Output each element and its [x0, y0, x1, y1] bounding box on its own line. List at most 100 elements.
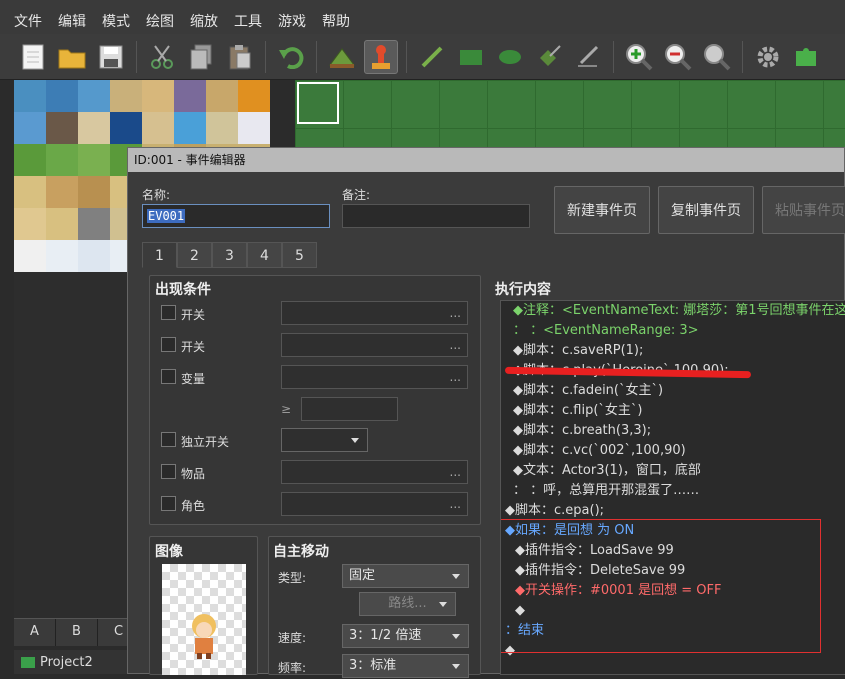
item-checkbox[interactable] — [161, 464, 176, 479]
tile[interactable] — [46, 176, 78, 208]
command-line[interactable]: ◆脚本：c.fadein(`女主`) — [513, 381, 663, 401]
variable-label: 变量 — [181, 372, 206, 386]
actor-label: 角色 — [181, 499, 206, 513]
tile[interactable] — [14, 208, 46, 240]
command-line[interactable]: ◆脚本：c.flip(`女主`) — [513, 401, 642, 421]
menu-edit[interactable]: 编辑 — [50, 11, 94, 31]
tile[interactable] — [110, 80, 142, 112]
tile[interactable] — [14, 144, 46, 176]
tile[interactable] — [142, 112, 174, 144]
tab-a[interactable]: A — [14, 619, 56, 646]
tile[interactable] — [46, 80, 78, 112]
event-image-preview[interactable] — [162, 564, 246, 675]
copy-icon[interactable] — [184, 40, 218, 74]
switch1-field[interactable]: ... — [281, 301, 468, 325]
self-switch-checkbox[interactable] — [161, 432, 176, 447]
speed-dropdown[interactable]: 3：1/2 倍速 — [342, 624, 469, 648]
ellipse-icon[interactable] — [493, 40, 527, 74]
tile[interactable] — [174, 80, 206, 112]
plugin-icon[interactable] — [790, 40, 824, 74]
menu-scale[interactable]: 缩放 — [182, 11, 226, 31]
menu-draw[interactable]: 绘图 — [138, 11, 182, 31]
tile[interactable] — [14, 80, 46, 112]
zoom-actual-icon[interactable] — [700, 40, 734, 74]
copy-page-button[interactable]: 复制事件页 — [658, 186, 754, 234]
pencil-icon[interactable] — [415, 40, 449, 74]
new-icon[interactable] — [16, 40, 50, 74]
actor-field[interactable]: ... — [281, 492, 468, 516]
tile[interactable] — [206, 80, 238, 112]
command-line[interactable]: ◆脚本：c.epa(); — [505, 501, 604, 521]
note-field[interactable] — [342, 204, 530, 228]
variable-checkbox[interactable] — [161, 369, 176, 384]
menu-help[interactable]: 帮助 — [314, 11, 358, 31]
route-button[interactable]: 路线... — [359, 592, 456, 616]
save-icon[interactable] — [94, 40, 128, 74]
tab-b[interactable]: B — [56, 619, 98, 646]
actor-checkbox[interactable] — [161, 496, 176, 511]
menu-file[interactable]: 文件 — [6, 11, 50, 31]
command-line[interactable]: ◆注释：<EventNameText: 娜塔莎：第1号回想事件在这 — [513, 301, 845, 321]
page-tab-1[interactable]: 1 — [142, 242, 177, 268]
tile[interactable] — [46, 112, 78, 144]
tile[interactable] — [78, 240, 110, 272]
rectangle-icon[interactable] — [454, 40, 488, 74]
zoom-in-icon[interactable] — [622, 40, 656, 74]
tile[interactable] — [110, 112, 142, 144]
paste-page-button[interactable]: 粘贴事件页 — [762, 186, 845, 234]
tile[interactable] — [174, 112, 206, 144]
switch2-checkbox[interactable] — [161, 337, 176, 352]
project-name: Project2 — [40, 654, 93, 670]
tile[interactable] — [14, 112, 46, 144]
new-page-button[interactable]: 新建事件页 — [554, 186, 650, 234]
open-icon[interactable] — [55, 40, 89, 74]
menu-mode[interactable]: 模式 — [94, 11, 138, 31]
tile[interactable] — [206, 112, 238, 144]
menu-game[interactable]: 游戏 — [270, 11, 314, 31]
fill-icon[interactable] — [532, 40, 566, 74]
variable-field[interactable]: ... — [281, 365, 468, 389]
tile[interactable] — [238, 112, 270, 144]
map-mode-icon[interactable] — [325, 40, 359, 74]
map-canvas[interactable] — [295, 80, 845, 150]
tile[interactable] — [78, 112, 110, 144]
name-field[interactable]: EV001 — [142, 204, 330, 228]
tile[interactable] — [46, 208, 78, 240]
command-line[interactable]: ◆脚本：c.saveRP(1); — [513, 341, 643, 361]
self-switch-dropdown[interactable] — [281, 428, 368, 452]
tile[interactable] — [142, 80, 174, 112]
page-tab-5[interactable]: 5 — [282, 242, 317, 268]
paste-icon[interactable] — [223, 40, 257, 74]
page-tab-2[interactable]: 2 — [177, 242, 212, 268]
tile[interactable] — [78, 176, 110, 208]
command-line[interactable]: ◆脚本：c.breath(3,3); — [513, 421, 651, 441]
switch1-checkbox[interactable] — [161, 305, 176, 320]
event-mode-icon[interactable] — [364, 39, 398, 74]
tile[interactable] — [238, 80, 270, 112]
command-line[interactable]: ： ：呼，总算甩开那混蛋了…… — [513, 481, 699, 501]
tile[interactable] — [46, 240, 78, 272]
tile[interactable] — [46, 144, 78, 176]
menu-tools[interactable]: 工具 — [226, 11, 270, 31]
tile[interactable] — [78, 208, 110, 240]
command-line[interactable]: ： ：<EventNameRange: 3> — [513, 321, 699, 341]
shadow-pen-icon[interactable] — [571, 40, 605, 74]
page-tab-4[interactable]: 4 — [247, 242, 282, 268]
page-tab-3[interactable]: 3 — [212, 242, 247, 268]
frequency-dropdown[interactable]: 3：标准 — [342, 654, 469, 678]
command-line[interactable]: ◆脚本：c.vc(`002`,100,90) — [513, 441, 686, 461]
tile[interactable] — [14, 176, 46, 208]
settings-icon[interactable] — [751, 40, 785, 74]
undo-icon[interactable] — [274, 40, 308, 74]
zoom-out-icon[interactable] — [661, 40, 695, 74]
item-field[interactable]: ... — [281, 460, 468, 484]
type-dropdown[interactable]: 固定 — [342, 564, 469, 588]
cut-icon[interactable] — [145, 40, 179, 74]
tile[interactable] — [78, 80, 110, 112]
event-command-list[interactable]: ◆注释：<EventNameText: 娜塔莎：第1号回想事件在这 ： ：<Ev… — [500, 300, 845, 675]
tile[interactable] — [78, 144, 110, 176]
tile[interactable] — [14, 240, 46, 272]
command-line[interactable]: ◆文本：Actor3(1)，窗口，底部 — [513, 461, 701, 481]
variable-value-spinner[interactable] — [301, 397, 398, 421]
switch2-field[interactable]: ... — [281, 333, 468, 357]
